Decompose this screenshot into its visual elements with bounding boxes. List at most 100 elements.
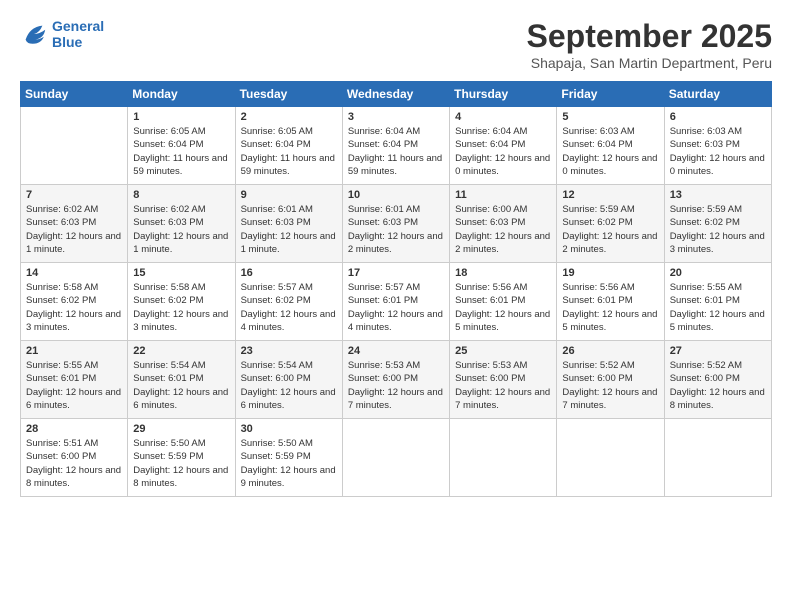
cell-line: Sunrise: 5:57 AM — [241, 281, 337, 294]
cell-line: Daylight: 12 hours and 8 minutes. — [670, 386, 766, 413]
cell-content: Sunrise: 5:55 AMSunset: 6:01 PMDaylight:… — [26, 359, 122, 412]
table-row: 5Sunrise: 6:03 AMSunset: 6:04 PMDaylight… — [557, 107, 664, 185]
day-number: 9 — [241, 189, 337, 201]
subtitle: Shapaja, San Martin Department, Peru — [527, 55, 772, 71]
day-number: 6 — [670, 111, 766, 123]
day-number: 10 — [348, 189, 444, 201]
table-row: 18Sunrise: 5:56 AMSunset: 6:01 PMDayligh… — [450, 263, 557, 341]
cell-line: Sunrise: 5:58 AM — [133, 281, 229, 294]
day-number: 4 — [455, 111, 551, 123]
table-row: 4Sunrise: 6:04 AMSunset: 6:04 PMDaylight… — [450, 107, 557, 185]
day-number: 17 — [348, 267, 444, 279]
cell-content: Sunrise: 5:56 AMSunset: 6:01 PMDaylight:… — [562, 281, 658, 334]
cell-line: Daylight: 12 hours and 0 minutes. — [455, 152, 551, 179]
day-number: 2 — [241, 111, 337, 123]
table-row: 15Sunrise: 5:58 AMSunset: 6:02 PMDayligh… — [128, 263, 235, 341]
cell-line: Sunset: 6:01 PM — [133, 372, 229, 385]
table-row: 17 Sunrise: 5:57 AMSunset: 6:01 PMDayligh… — [342, 263, 449, 341]
cell-line: Sunset: 6:03 PM — [348, 216, 444, 229]
cell-line: Daylight: 12 hours and 2 minutes. — [455, 230, 551, 257]
table-row: 8Sunrise: 6:02 AMSunset: 6:03 PMDaylight… — [128, 185, 235, 263]
calendar-page: General Blue September 2025 Shapaja, San… — [0, 0, 792, 612]
calendar-week-3: 21 Sunrise: 5:55 AMSunset: 6:01 PMDayligh… — [21, 341, 772, 419]
header-row: Sunday Monday Tuesday Wednesday Thursday… — [21, 82, 772, 107]
cell-line: Sunset: 6:03 PM — [670, 138, 766, 151]
cell-line: Sunset: 6:04 PM — [133, 138, 229, 151]
table-row: 16Sunrise: 5:57 AMSunset: 6:02 PMDayligh… — [235, 263, 342, 341]
cell-line: Sunrise: 5:57 AM — [348, 281, 444, 294]
cell-line: Sunrise: 5:53 AM — [348, 359, 444, 372]
cell-line: Sunrise: 6:04 AM — [455, 125, 551, 138]
cell-line: Sunrise: 5:50 AM — [241, 437, 337, 450]
table-row: 26Sunrise: 5:52 AMSunset: 6:00 PMDayligh… — [557, 341, 664, 419]
cell-content: Sunrise: 6:05 AMSunset: 6:04 PMDaylight:… — [241, 125, 337, 178]
cell-line: Sunset: 6:03 PM — [133, 216, 229, 229]
cell-content: Sunrise: 5:53 AMSunset: 6:00 PMDaylight:… — [348, 359, 444, 412]
cell-line: Sunrise: 5:59 AM — [562, 203, 658, 216]
day-number: 5 — [562, 111, 658, 123]
cell-line: Sunset: 6:02 PM — [26, 294, 122, 307]
table-row: 13Sunrise: 5:59 AMSunset: 6:02 PMDayligh… — [664, 185, 771, 263]
cell-line: Sunset: 6:03 PM — [26, 216, 122, 229]
cell-line: Sunrise: 5:53 AM — [455, 359, 551, 372]
table-row: 14 Sunrise: 5:58 AMSunset: 6:02 PMDayligh… — [21, 263, 128, 341]
cell-line: Sunrise: 5:58 AM — [26, 281, 122, 294]
cell-line: Sunrise: 6:02 AM — [26, 203, 122, 216]
day-number: 14 — [26, 267, 122, 279]
calendar-week-1: 7Sunrise: 6:02 AMSunset: 6:03 PMDaylight… — [21, 185, 772, 263]
cell-line: Sunrise: 6:01 AM — [348, 203, 444, 216]
cell-content: Sunrise: 5:54 AMSunset: 6:00 PMDaylight:… — [241, 359, 337, 412]
cell-line: Daylight: 12 hours and 4 minutes. — [241, 308, 337, 335]
cell-line: Sunset: 6:00 PM — [26, 450, 122, 463]
day-number: 13 — [670, 189, 766, 201]
cell-line: Sunrise: 5:54 AM — [133, 359, 229, 372]
cell-content: Sunrise: 5:54 AMSunset: 6:01 PMDaylight:… — [133, 359, 229, 412]
cell-content: Sunrise: 6:03 AMSunset: 6:03 PMDaylight:… — [670, 125, 766, 178]
logo: General Blue — [20, 18, 104, 50]
header: General Blue September 2025 Shapaja, San… — [20, 18, 772, 71]
cell-line: Sunset: 6:04 PM — [348, 138, 444, 151]
cell-line: Daylight: 12 hours and 6 minutes. — [241, 386, 337, 413]
table-row — [664, 419, 771, 497]
table-row — [557, 419, 664, 497]
cell-line: Sunrise: 6:03 AM — [562, 125, 658, 138]
cell-line: Daylight: 12 hours and 7 minutes. — [562, 386, 658, 413]
cell-line: Daylight: 12 hours and 3 minutes. — [670, 230, 766, 257]
cell-line: Daylight: 12 hours and 6 minutes. — [26, 386, 122, 413]
header-saturday: Saturday — [664, 82, 771, 107]
cell-line: Daylight: 12 hours and 5 minutes. — [455, 308, 551, 335]
header-monday: Monday — [128, 82, 235, 107]
header-tuesday: Tuesday — [235, 82, 342, 107]
table-row: 2 Sunrise: 6:05 AMSunset: 6:04 PMDaylight… — [235, 107, 342, 185]
cell-line: Sunrise: 5:52 AM — [562, 359, 658, 372]
calendar-week-0: 1Sunrise: 6:05 AMSunset: 6:04 PMDaylight… — [21, 107, 772, 185]
cell-content: Sunrise: 5:51 AMSunset: 6:00 PMDaylight:… — [26, 437, 122, 490]
table-row: 23Sunrise: 5:54 AMSunset: 6:00 PMDayligh… — [235, 341, 342, 419]
day-number: 27 — [670, 345, 766, 357]
logo-line2: Blue — [52, 34, 104, 50]
day-number: 22 — [133, 345, 229, 357]
cell-line: Sunset: 6:01 PM — [348, 294, 444, 307]
day-number: 21 — [26, 345, 122, 357]
day-number: 25 — [455, 345, 551, 357]
table-row: 28Sunrise: 5:51 AMSunset: 6:00 PMDayligh… — [21, 419, 128, 497]
cell-line: Sunset: 6:01 PM — [26, 372, 122, 385]
calendar-week-4: 28Sunrise: 5:51 AMSunset: 6:00 PMDayligh… — [21, 419, 772, 497]
table-row: 24Sunrise: 5:53 AMSunset: 6:00 PMDayligh… — [342, 341, 449, 419]
cell-content: Sunrise: 5:58 AMSunset: 6:02 PMDaylight:… — [26, 281, 122, 334]
cell-line: Daylight: 12 hours and 7 minutes. — [348, 386, 444, 413]
cell-content: Sunrise: 5:57 AMSunset: 6:02 PMDaylight:… — [241, 281, 337, 334]
cell-line: Daylight: 12 hours and 4 minutes. — [348, 308, 444, 335]
cell-content: Sunrise: 6:02 AMSunset: 6:03 PMDaylight:… — [133, 203, 229, 256]
cell-line: Daylight: 11 hours and 59 minutes. — [241, 152, 337, 179]
cell-line: Sunset: 6:00 PM — [241, 372, 337, 385]
table-row: 6 Sunrise: 6:03 AMSunset: 6:03 PMDaylight… — [664, 107, 771, 185]
cell-line: Daylight: 12 hours and 0 minutes. — [670, 152, 766, 179]
cell-content: Sunrise: 6:05 AMSunset: 6:04 PMDaylight:… — [133, 125, 229, 178]
cell-line: Daylight: 12 hours and 1 minute. — [241, 230, 337, 257]
header-friday: Friday — [557, 82, 664, 107]
cell-line: Sunset: 6:04 PM — [562, 138, 658, 151]
cell-line: Sunrise: 5:55 AM — [670, 281, 766, 294]
cell-line: Sunrise: 6:05 AM — [133, 125, 229, 138]
table-row: 7Sunrise: 6:02 AMSunset: 6:03 PMDaylight… — [21, 185, 128, 263]
